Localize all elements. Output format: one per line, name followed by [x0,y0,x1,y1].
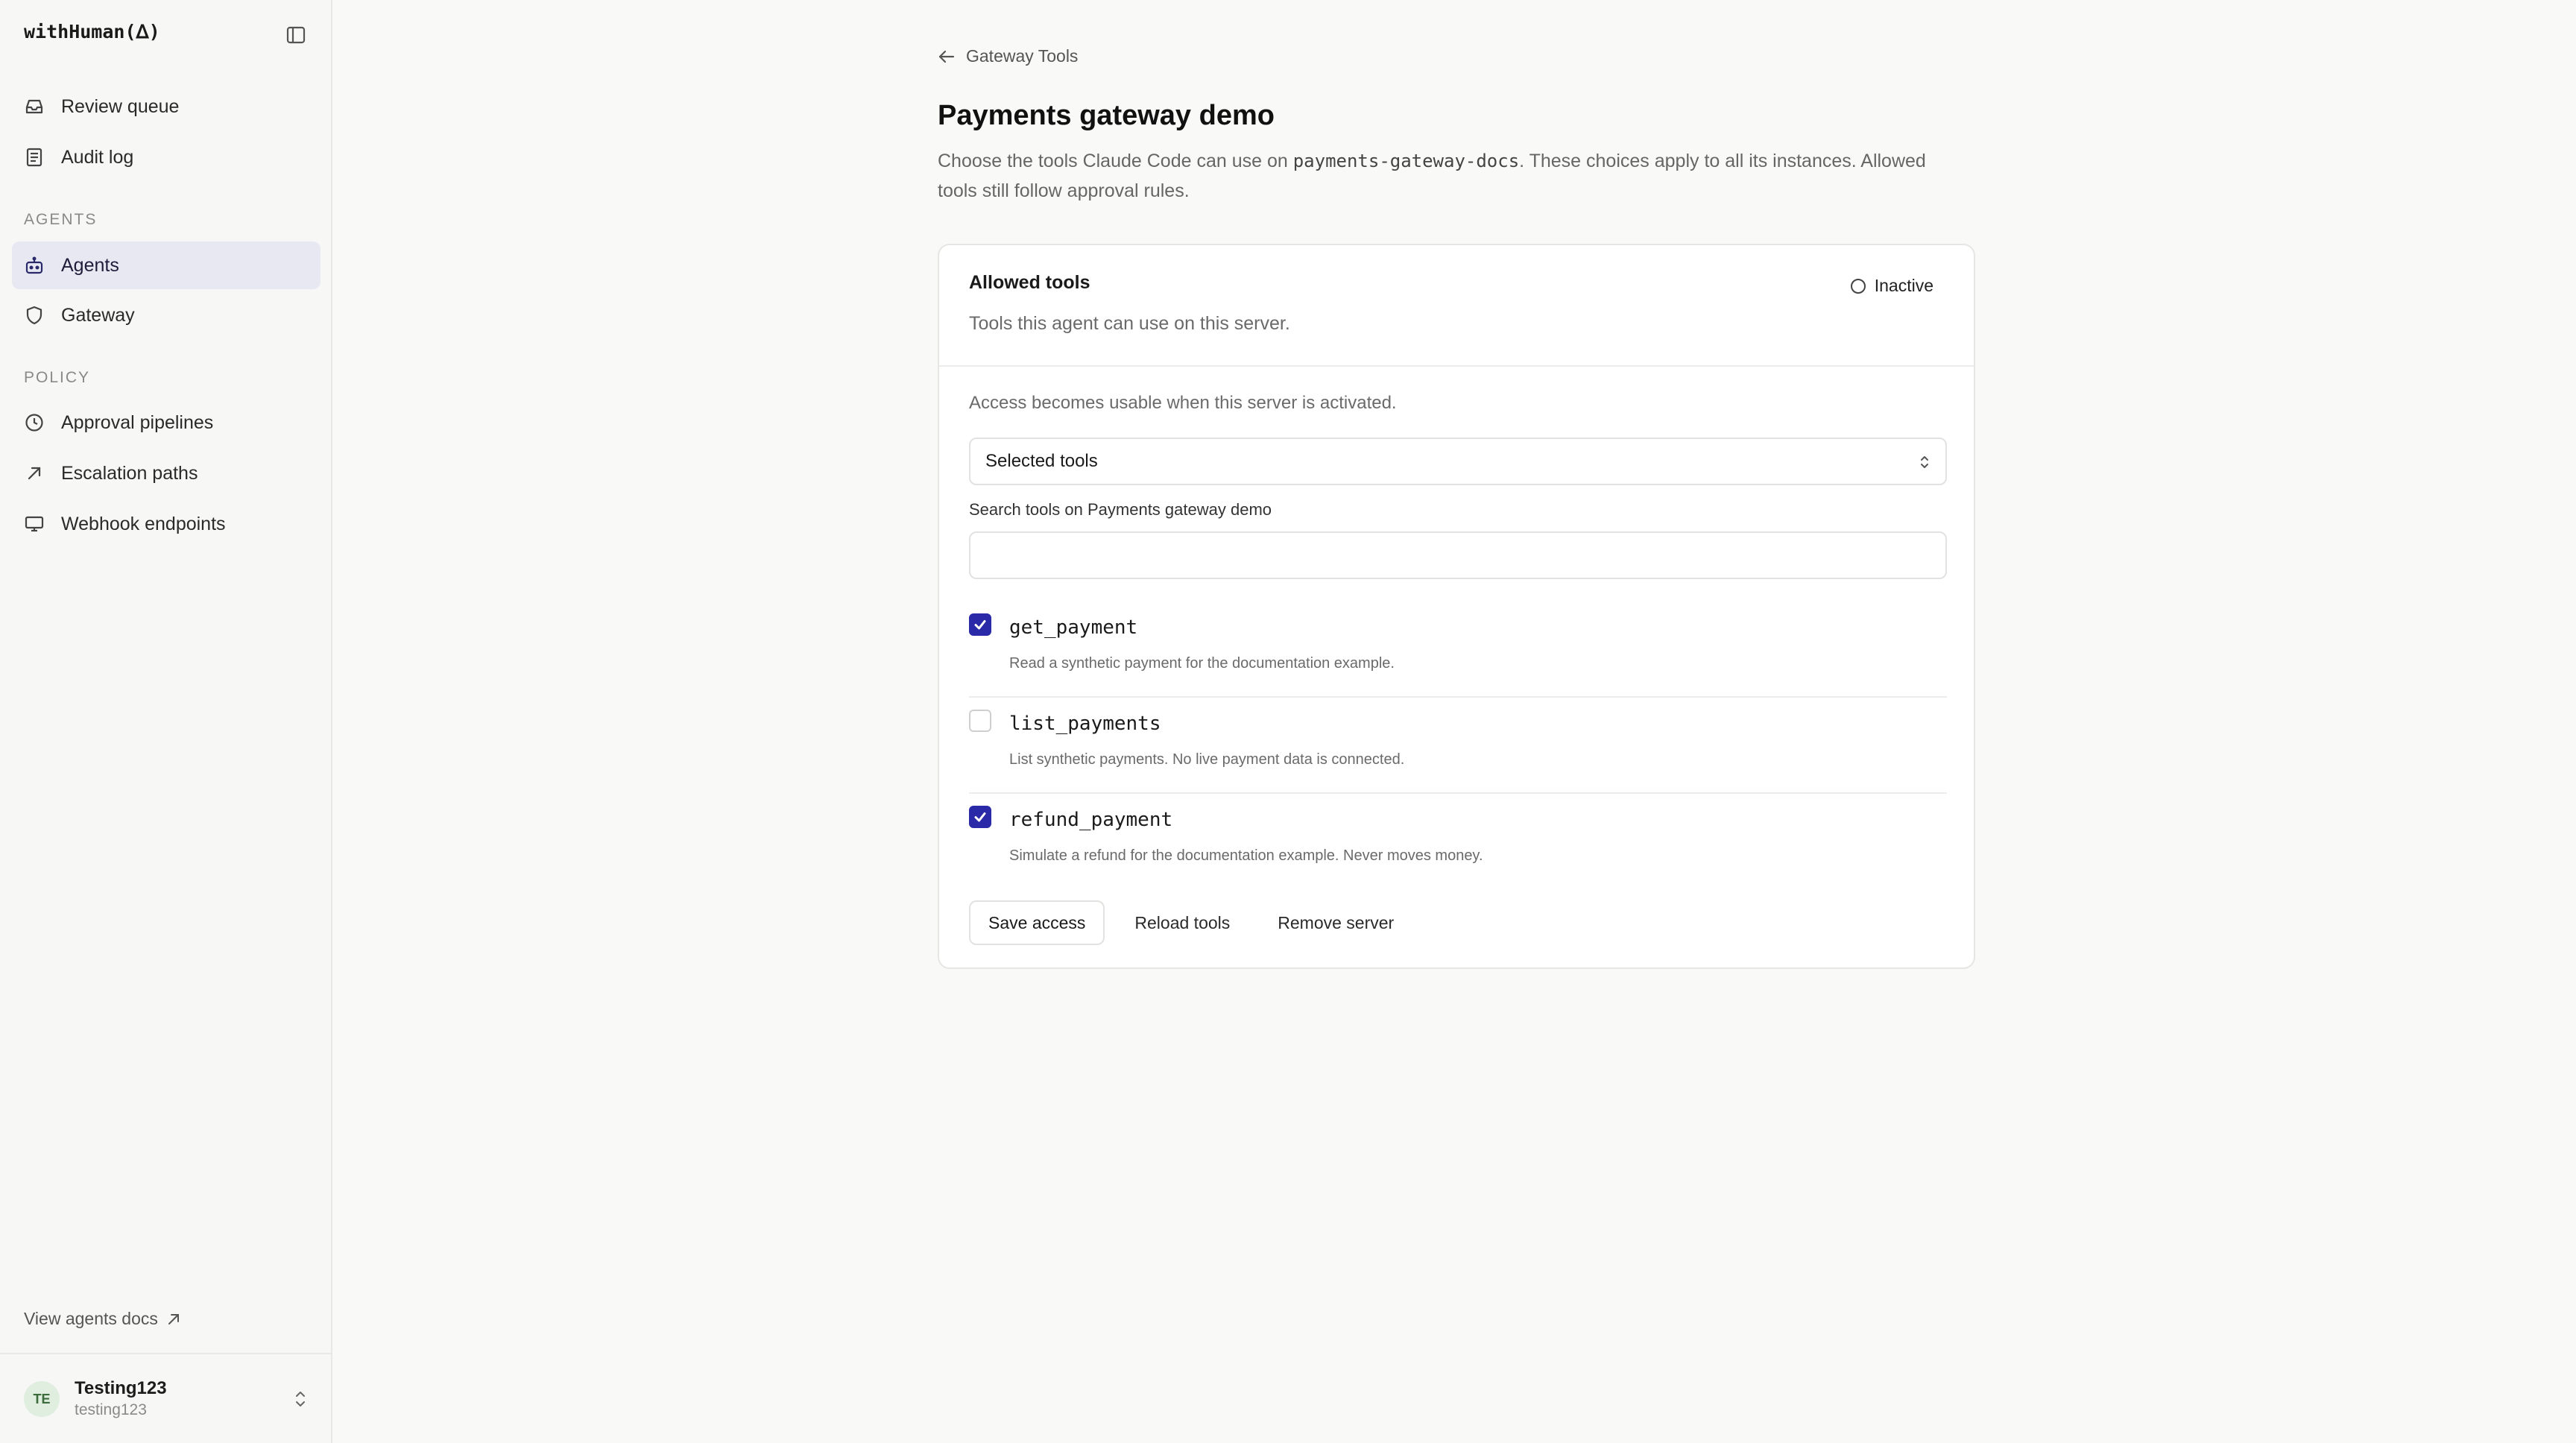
shield-icon [24,305,45,326]
activation-note: Access becomes usable when this server i… [969,393,1397,413]
chevron-up-down-icon [1921,456,1928,468]
sidebar-item-agents[interactable]: Agents [12,241,321,289]
external-link-icon [168,1313,179,1324]
tool-row-get-payment: get_payment Read a synthetic payment for… [969,601,1947,698]
tool-row-refund-payment: refund_payment Simulate a refund for the… [969,794,1947,890]
remove-server-button[interactable]: Remove server [1260,900,1412,945]
page-description: Choose the tools Claude Code can use on … [938,146,1966,206]
section-label-agents: AGENTS [24,211,98,228]
sidebar-item-label: Audit log [61,146,134,168]
section-label-policy: POLICY [24,369,91,386]
tool-description: Simulate a refund for the documentation … [1009,847,1483,864]
inbox-icon [24,96,45,117]
search-tools-label: Search tools on Payments gateway demo [969,500,1272,519]
access-mode-select[interactable]: Selected tools [969,438,1947,485]
sidebar: withHuman(ᐃ) Review queue Audit log AGEN… [0,0,332,1443]
bot-icon [24,255,45,276]
sidebar-item-label: Review queue [61,95,180,117]
tool-description: Read a synthetic payment for the documen… [1009,655,1395,672]
search-tools-input[interactable] [969,531,1947,579]
card-title: Allowed tools [969,272,1090,293]
sidebar-item-gateway[interactable]: Gateway [12,291,321,339]
status-label: Inactive [1874,276,1933,295]
brand-logo[interactable]: withHuman(ᐃ) [24,21,160,42]
select-value: Selected tools [985,451,1098,471]
description-text-before: Choose the tools Claude Code can use on [938,151,1293,171]
checkmark-icon [974,620,986,630]
sidebar-item-label: Webhook endpoints [61,513,226,534]
clock-icon [24,412,45,433]
sidebar-item-label: Agents [61,254,119,276]
tool-row-list-payments: list_payments List synthetic payments. N… [969,698,1947,794]
checkmark-icon [974,812,986,822]
card-subtitle: Tools this agent can use on this server. [969,313,1290,334]
user-menu[interactable]: TE Testing123 testing123 [24,1376,307,1422]
arrow-up-right-icon [24,463,45,484]
sidebar-item-webhook-endpoints[interactable]: Webhook endpoints [12,500,321,548]
reload-tools-button[interactable]: Reload tools [1117,900,1248,945]
user-handle: testing123 [75,1401,147,1418]
sidebar-item-approval-pipelines[interactable]: Approval pipelines [12,399,321,446]
view-agents-docs-link[interactable]: View agents docs [24,1309,180,1329]
sidebar-item-review-queue[interactable]: Review queue [12,83,321,130]
docs-link-label: View agents docs [24,1309,158,1328]
tool-checkbox[interactable] [969,613,991,636]
back-link[interactable]: Gateway Tools [938,46,1078,66]
user-name: Testing123 [75,1378,167,1398]
sidebar-item-label: Gateway [61,304,135,326]
tool-checkbox[interactable] [969,806,991,828]
chevron-up-down-icon [296,1392,305,1406]
status-circle-icon [1850,278,1866,294]
server-slug: payments-gateway-docs [1292,151,1520,171]
tool-name: get_payment [1009,616,1138,639]
sidebar-item-label: Approval pipelines [61,411,214,433]
avatar: TE [24,1381,60,1417]
sidebar-toggle-button[interactable] [285,24,307,46]
user-divider [0,1353,332,1354]
sidebar-item-audit-log[interactable]: Audit log [12,133,321,181]
card-actions: Save access Reload tools Remove server [969,900,1424,945]
status-toggle[interactable]: Inactive [1850,276,1933,296]
card-header: Allowed tools Tools this agent can use o… [939,245,1974,367]
tool-checkbox[interactable] [969,710,991,732]
arrow-left-icon [938,50,955,63]
save-access-button[interactable]: Save access [969,900,1105,945]
tool-description: List synthetic payments. No live payment… [1009,751,1405,768]
monitor-icon [24,514,45,534]
sidebar-item-label: Escalation paths [61,462,198,484]
document-icon [24,147,45,168]
tool-name: list_payments [1009,713,1161,735]
page-title: Payments gateway demo [938,100,1275,131]
user-info: Testing123 testing123 [75,1377,167,1421]
sidebar-panel-icon [286,26,306,44]
allowed-tools-card: Allowed tools Tools this agent can use o… [938,244,1975,969]
back-link-label: Gateway Tools [966,46,1079,66]
sidebar-item-escalation-paths[interactable]: Escalation paths [12,449,321,497]
tool-name: refund_payment [1009,809,1173,831]
